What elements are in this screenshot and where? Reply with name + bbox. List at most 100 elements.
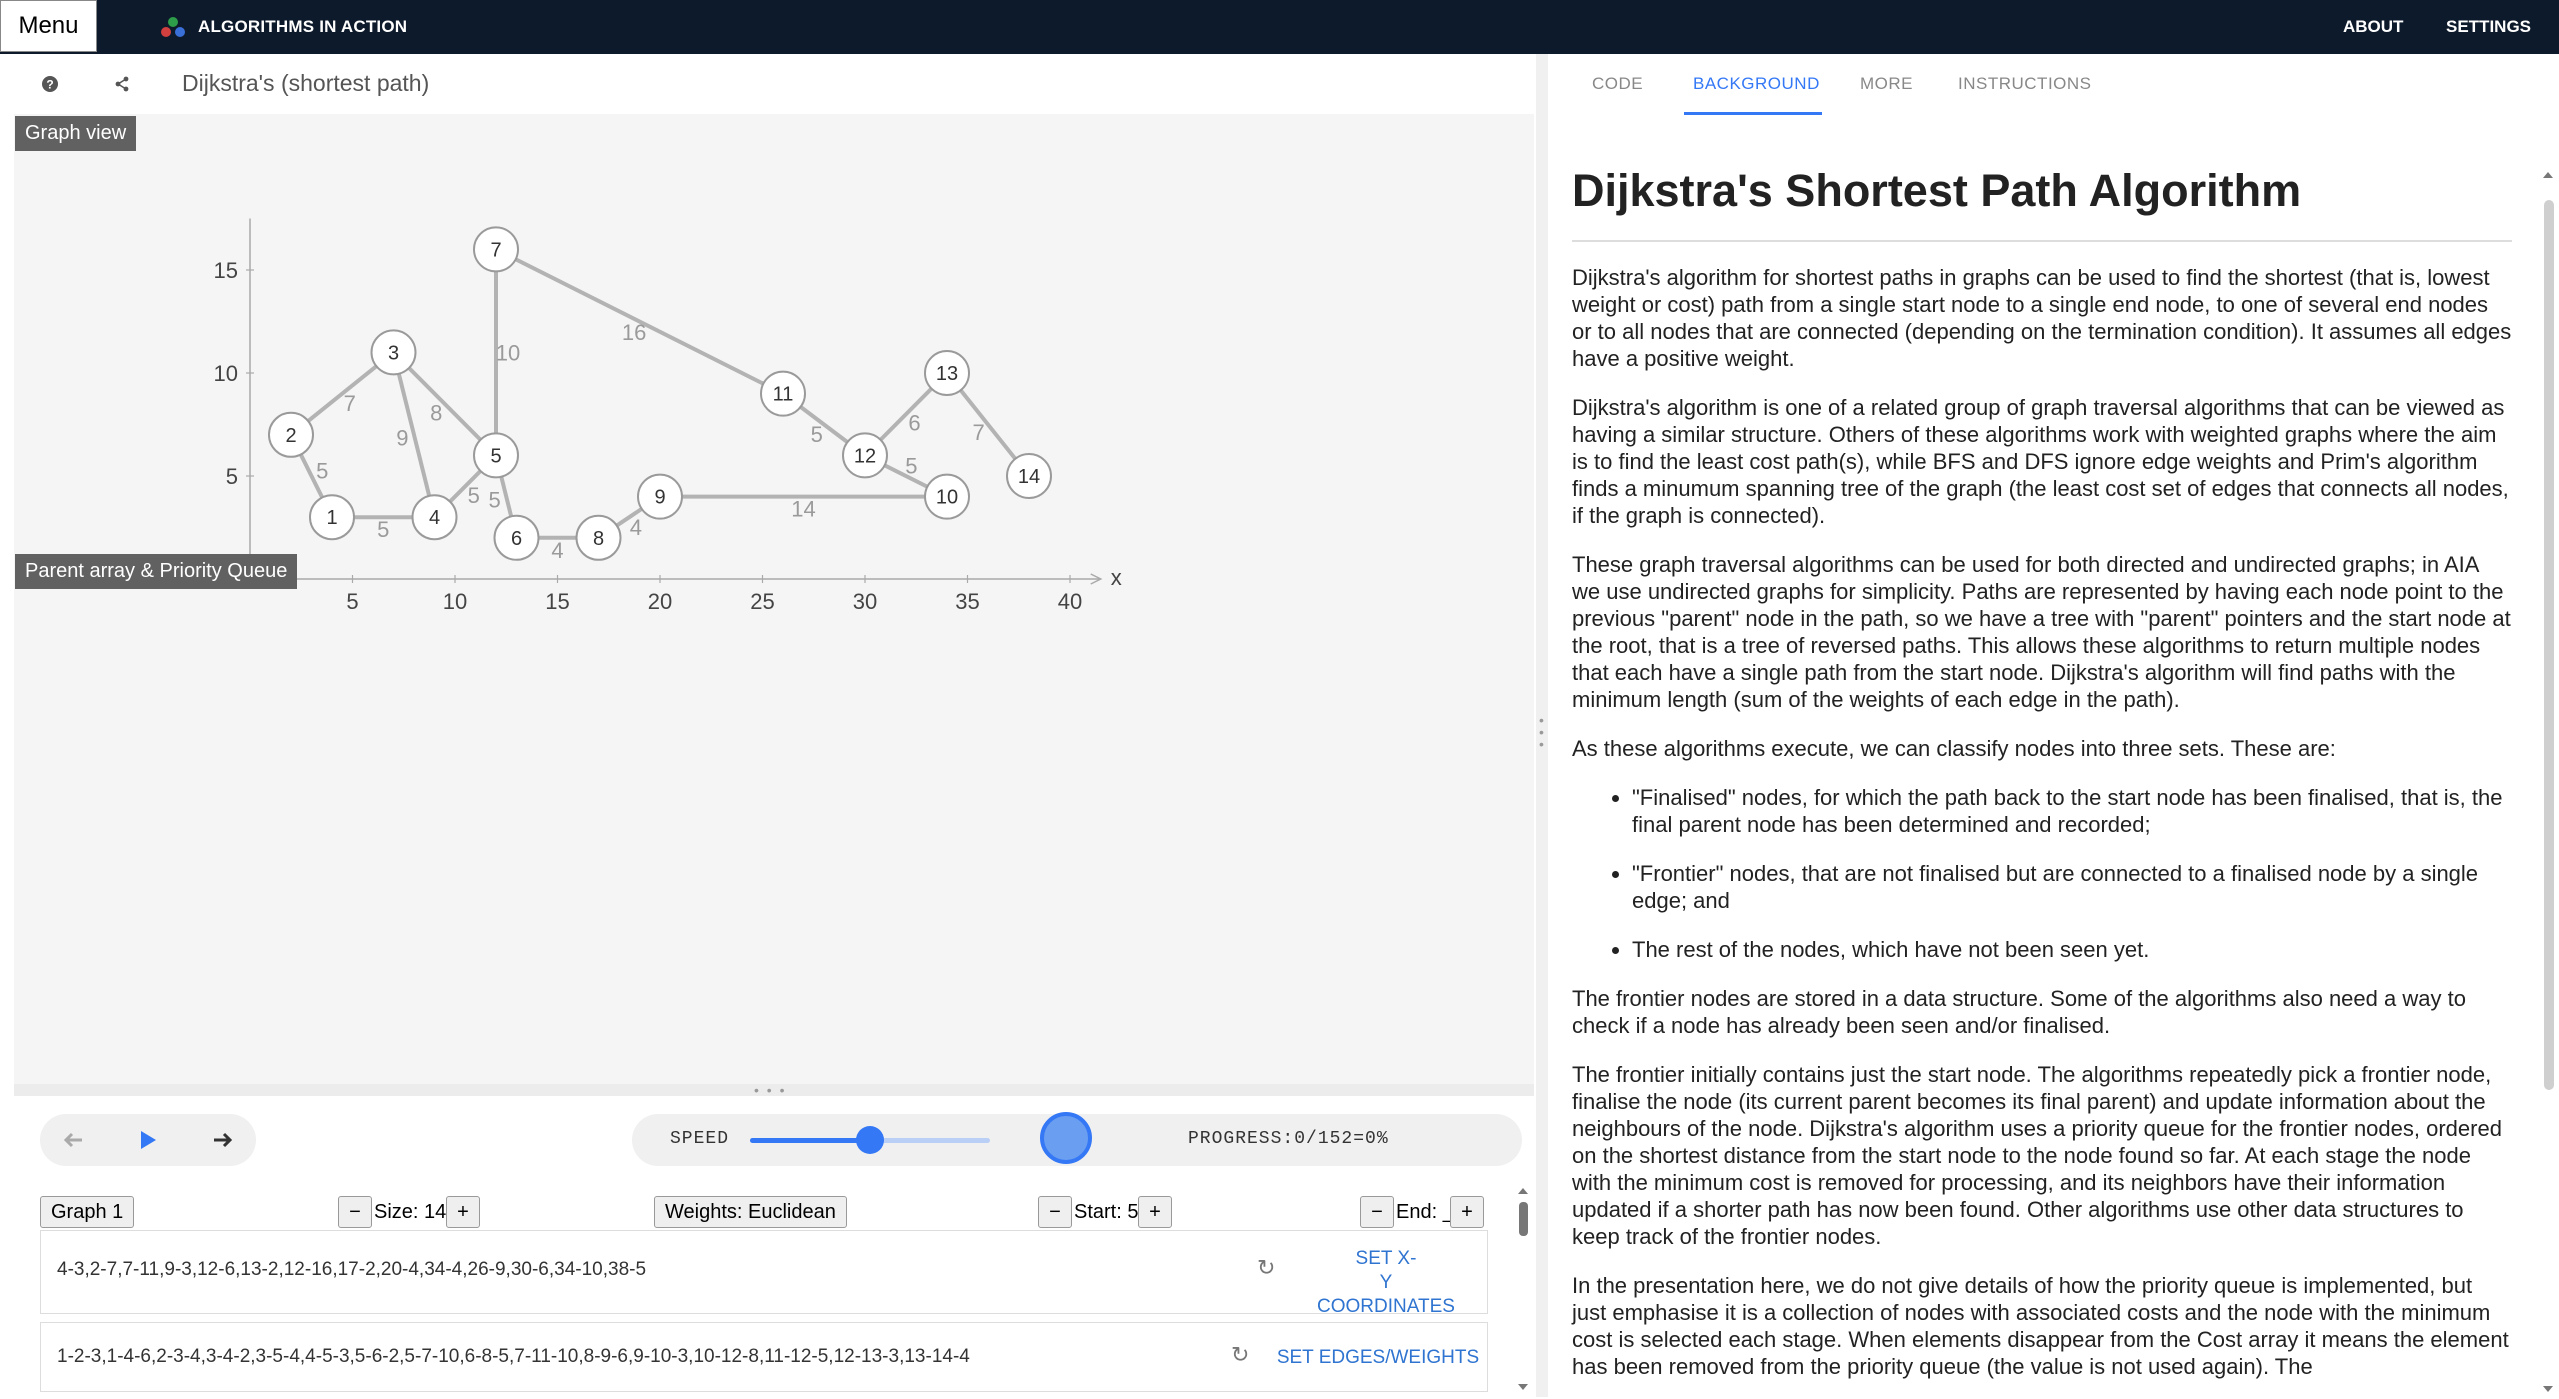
graph-view: x051015202530354051015 55798551041641455… [214, 218, 1122, 614]
parameter-row: Graph 1 − Size: 14 + Weights: Euclidean … [40, 1196, 1510, 1230]
about-link[interactable]: ABOUT [2343, 0, 2403, 54]
paragraph-3: These graph traversal algorithms can be … [1572, 552, 2511, 712]
x-tick-label: 40 [1058, 589, 1082, 614]
visualiser-header: ? Dijkstra's (shortest path) [0, 54, 1536, 114]
active-tab-underline [1684, 112, 1822, 115]
progress-text: PROGRESS:0/152=0% [1188, 1129, 1389, 1149]
graph-view-label: Graph view [15, 116, 137, 151]
end-label: End: _ [1396, 1201, 1454, 1223]
parent-array-label: Parent array & Priority Queue [15, 554, 298, 589]
graph-node-label: 11 [773, 384, 794, 406]
brand[interactable]: ALGORITHMS IN ACTION [160, 0, 407, 54]
edges-weights-input[interactable]: 1-2-3,1-4-6,2-3-4,3-4-2,3-5-4,4-5-3,5-6-… [57, 1346, 970, 1368]
step-forward-button[interactable] [196, 1114, 248, 1166]
graph-node-label: 6 [511, 528, 522, 550]
speed-slider-thumb[interactable] [856, 1126, 884, 1154]
article-scrollbar[interactable] [2540, 116, 2556, 1397]
speed-slider[interactable] [750, 1126, 990, 1154]
progress-handle[interactable] [1040, 1112, 1092, 1164]
x-tick-label: 15 [545, 589, 569, 614]
edge-weight-label: 5 [811, 422, 823, 447]
graph-node-label: 1 [326, 507, 337, 529]
list-item: "Frontier" nodes, that are not finalised… [1632, 860, 2512, 914]
play-button[interactable] [122, 1114, 174, 1166]
left-pane: ? Dijkstra's (shortest path) x0510152025… [0, 54, 1536, 1397]
coordinates-input-row: 4-3,2-7,7-11,9-3,12-6,13-2,12-16,17-2,20… [40, 1230, 1488, 1317]
edges-input-row: 1-2-3,1-4-6,2-3-4,3-4-2,3-5-4,4-5-3,5-6-… [40, 1322, 1488, 1392]
x-tick-label: 30 [853, 589, 877, 614]
edge-weight-label: 4 [551, 538, 563, 563]
edge-weight-label: 16 [622, 320, 646, 345]
right-tabs: CODE BACKGROUND MORE INSTRUCTIONS [1548, 54, 2559, 116]
algorithm-title: Dijkstra's (shortest path) [182, 70, 430, 96]
tab-instructions[interactable]: INSTRUCTIONS [1958, 74, 2092, 94]
share-icon[interactable] [108, 70, 136, 98]
graph-node-label: 5 [490, 445, 501, 467]
paragraph-2: Dijkstra's algorithm is one of a related… [1572, 395, 2509, 528]
edge-weight-label: 9 [396, 426, 408, 451]
x-axis-label: x [1111, 565, 1122, 590]
article-scrollbar-thumb[interactable] [2544, 200, 2554, 1090]
controls-panel: SPEED PROGRESS:0/152=0% Graph 1 − Size: … [14, 1096, 1534, 1396]
paragraph-5: The frontier nodes are stored in a data … [1572, 986, 2466, 1038]
vertical-splitter[interactable]: • • • [1536, 54, 1548, 1397]
end-increase-button[interactable]: + [1450, 1196, 1484, 1228]
controls-scrollbar[interactable] [1516, 1184, 1530, 1394]
graph-select-button[interactable]: Graph 1 [40, 1196, 135, 1228]
menu-button[interactable]: Menu [0, 0, 97, 52]
edge-weight-label: 6 [908, 411, 920, 436]
refresh-icon[interactable]: ↻ [1257, 1255, 1275, 1281]
graph-node-label: 9 [654, 487, 665, 509]
edge-weight-label: 5 [377, 517, 389, 542]
graph-node-label: 12 [854, 445, 876, 467]
tab-background[interactable]: BACKGROUND [1693, 74, 1820, 94]
graph-node-label: 8 [593, 528, 604, 550]
horizontal-splitter[interactable]: • • • [14, 1083, 1534, 1097]
settings-link[interactable]: SETTINGS [2446, 0, 2531, 54]
graph-node-label: 13 [936, 363, 958, 385]
arrow-left-icon [64, 1132, 82, 1148]
play-icon [141, 1131, 156, 1149]
logo-icon [161, 17, 185, 37]
edge-weight-label: 7 [972, 420, 984, 445]
x-tick-label: 10 [443, 589, 467, 614]
size-increase-button[interactable]: + [446, 1196, 480, 1228]
refresh-icon[interactable]: ↻ [1231, 1342, 1249, 1368]
graph-node-label: 3 [388, 342, 399, 364]
edge-weight-label: 5 [316, 459, 328, 484]
edge-weight-label: 5 [905, 453, 917, 478]
speed-label: SPEED [670, 1129, 730, 1149]
tab-more[interactable]: MORE [1860, 74, 1913, 94]
arrow-right-icon [214, 1132, 232, 1148]
x-tick-label: 20 [648, 589, 672, 614]
help-icon[interactable]: ? [36, 70, 64, 98]
edge-weight-label: 5 [488, 487, 500, 512]
title-divider [1572, 240, 2512, 242]
start-increase-button[interactable]: + [1138, 1196, 1172, 1228]
step-back-button[interactable] [48, 1114, 100, 1166]
edge-weight-label: 4 [630, 515, 642, 540]
graph-node-label: 4 [429, 507, 440, 529]
visualisation-area: x051015202530354051015 55798551041641455… [14, 114, 1534, 1084]
edge-weight-label: 14 [791, 497, 815, 522]
edge-weight-label: 7 [344, 391, 356, 416]
set-xy-coordinates-button[interactable]: SET X- Y COORDINATES [1311, 1247, 1461, 1319]
y-tick-label: 15 [214, 258, 238, 283]
size-decrease-button[interactable]: − [338, 1196, 372, 1228]
set-edges-weights-button[interactable]: SET EDGES/WEIGHTS [1273, 1346, 1483, 1370]
background-article: Dijkstra's Shortest Path Algorithm Dijks… [1572, 164, 2512, 1397]
set-xy-line2: Y COORDINATES [1317, 1272, 1455, 1317]
coordinates-input[interactable]: 4-3,2-7,7-11,9-3,12-6,13-2,12-16,17-2,20… [57, 1259, 646, 1281]
edge-weight-label: 8 [430, 400, 442, 425]
svg-text:?: ? [46, 78, 53, 92]
end-decrease-button[interactable]: − [1360, 1196, 1394, 1228]
y-tick-label: 5 [226, 464, 238, 489]
start-decrease-button[interactable]: − [1038, 1196, 1072, 1228]
brand-title: ALGORITHMS IN ACTION [198, 17, 408, 36]
weights-button[interactable]: Weights: Euclidean [654, 1196, 847, 1228]
playback-controls [40, 1114, 256, 1166]
x-tick-label: 25 [750, 589, 774, 614]
y-tick-label: 10 [214, 361, 238, 386]
graph-node-label: 14 [1018, 466, 1040, 488]
tab-code[interactable]: CODE [1592, 74, 1643, 94]
